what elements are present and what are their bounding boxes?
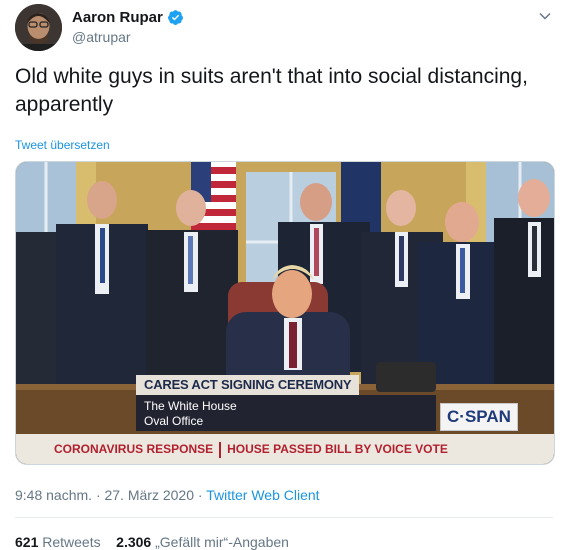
tweet-client-link[interactable]: Twitter Web Client bbox=[206, 487, 319, 503]
verified-badge-icon bbox=[167, 10, 183, 25]
chyron-title: CARES ACT SIGNING CEREMONY bbox=[136, 375, 360, 395]
likes-label[interactable]: „Gefällt mir“-Angaben bbox=[155, 534, 289, 550]
divider bbox=[15, 517, 553, 518]
retweets-label[interactable]: Retweets bbox=[42, 534, 100, 550]
avatar[interactable] bbox=[15, 4, 62, 51]
chyron-line-1: The White House bbox=[144, 399, 237, 413]
display-name[interactable]: Aaron Rupar bbox=[72, 9, 163, 26]
chyron-location: The White House Oval Office bbox=[136, 395, 436, 431]
retweets-count[interactable]: 621 bbox=[15, 534, 38, 550]
ticker-right: HOUSE PASSED BILL BY VOICE VOTE bbox=[227, 442, 448, 456]
author-name[interactable]: Aaron Rupar bbox=[72, 9, 184, 26]
news-ticker: CORONAVIRUS RESPONSE HOUSE PASSED BILL BY… bbox=[16, 434, 554, 464]
tweet-meta: 9:48 nachm. · 27. März 2020 · Twitter We… bbox=[15, 487, 320, 503]
tweet-timestamp[interactable]: 9:48 nachm. · 27. März 2020 bbox=[15, 487, 194, 503]
ticker-divider bbox=[219, 441, 222, 458]
chevron-down-icon[interactable] bbox=[538, 9, 552, 23]
meta-separator: · bbox=[194, 487, 207, 503]
chyron-line-2: Oval Office bbox=[144, 414, 204, 428]
cspan-logo: C·SPAN bbox=[440, 403, 518, 431]
translate-link[interactable]: Tweet übersetzen bbox=[15, 138, 110, 152]
tweet-stats: 621 Retweets 2.306 „Gefällt mir“-Angaben bbox=[15, 534, 289, 550]
likes-count[interactable]: 2.306 bbox=[116, 534, 151, 550]
ticker-left: CORONAVIRUS RESPONSE bbox=[54, 442, 214, 456]
tweet-media-image[interactable]: CARES ACT SIGNING CEREMONY The White Hou… bbox=[15, 161, 555, 465]
tweet-text: Old white guys in suits aren't that into… bbox=[15, 65, 528, 116]
author-handle[interactable]: @atrupar bbox=[72, 29, 131, 45]
